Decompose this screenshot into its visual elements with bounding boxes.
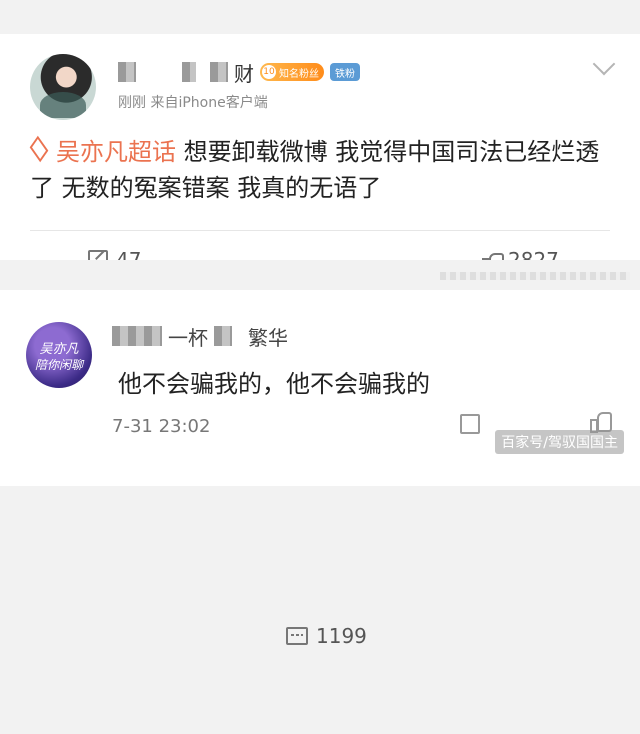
comment-time: 7-31 23:02	[112, 416, 211, 437]
post-author-avatar[interactable]	[30, 54, 96, 120]
comment-icon	[286, 627, 308, 645]
weibo-post: 财 10 知名粉丝 铁粉 刚刚 来自iPhone客户端 吴亦凡超话 想要卸载微博…	[0, 34, 640, 648]
iron-fan-badge[interactable]: 铁粉	[330, 63, 360, 81]
post-body: 吴亦凡超话 想要卸载微博 我觉得中国司法已经烂透了 无数的冤案错案 我真的无语了	[29, 134, 615, 206]
author-name-tail: 财	[234, 61, 254, 86]
comment-author-tail: 繁华	[248, 325, 288, 350]
mosaic-block	[112, 326, 162, 346]
comment-author-mid: 一杯	[168, 325, 208, 350]
super-topic-icon	[29, 135, 49, 163]
mosaic-block	[118, 62, 136, 82]
mosaic-block	[210, 62, 228, 82]
comment-button[interactable]: 1199	[286, 538, 640, 734]
top-gap	[0, 0, 640, 34]
post-meta: 刚刚 来自iPhone客户端	[118, 95, 268, 111]
avatar-shade	[40, 92, 86, 118]
watermark: 百家号/驾驭国国主	[495, 430, 624, 454]
comment-count: 1199	[316, 624, 367, 648]
avatar-text: 陪你闲聊	[34, 358, 83, 372]
topic-link[interactable]: 吴亦凡超话	[29, 135, 184, 166]
topic-label: 吴亦凡超话	[56, 138, 176, 166]
fan-badge-label: 知名粉丝	[279, 68, 319, 80]
fan-level: 10	[262, 65, 276, 79]
comment-author-avatar[interactable]: 吴亦凡 陪你闲聊	[26, 322, 92, 388]
post-author-name[interactable]: 财 10 知名粉丝 铁粉	[118, 60, 360, 86]
repost-icon[interactable]	[460, 414, 480, 434]
mosaic-block	[214, 326, 232, 346]
watermark-strip	[440, 272, 630, 280]
mosaic-block	[182, 62, 196, 82]
comment-body: 他不会骗我的，他不会骗我的	[118, 370, 430, 398]
avatar-text: 吴亦凡	[39, 342, 79, 357]
chevron-down-icon[interactable]	[592, 52, 616, 76]
fan-badge[interactable]: 10 知名粉丝	[260, 63, 324, 81]
divider	[30, 230, 610, 231]
comment-author-name[interactable]: 一杯 繁华	[112, 324, 288, 350]
like-icon[interactable]	[590, 410, 612, 433]
